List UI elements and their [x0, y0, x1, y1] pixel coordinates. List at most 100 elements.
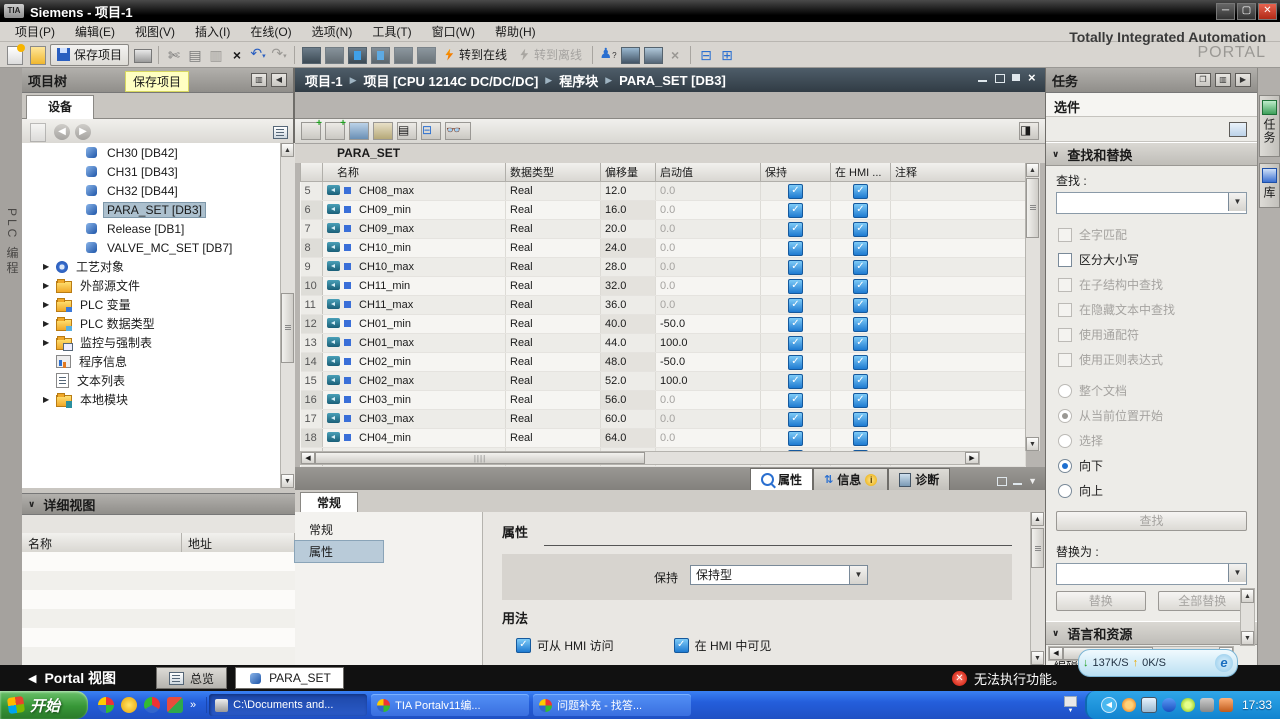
visible-in-hmi-checkbox[interactable]	[853, 411, 868, 427]
visible-in-hmi-checkbox[interactable]	[853, 240, 868, 256]
quick-launch-icon-4[interactable]	[167, 697, 183, 713]
scroll-down-icon[interactable]: ▼	[281, 474, 294, 488]
detail-col-address[interactable]: 地址	[182, 533, 295, 552]
new-window-icon[interactable]	[1229, 122, 1247, 137]
dropdown-arrow-icon[interactable]: ▼	[1228, 564, 1246, 582]
quick-launch-more-icon[interactable]: »	[190, 699, 196, 711]
visible-in-hmi-checkbox[interactable]	[853, 373, 868, 389]
find-scope-radio[interactable]: 选择	[1046, 428, 1257, 453]
find-option-checkbox[interactable]: 全字匹配	[1046, 222, 1257, 247]
tree-item[interactable]: ▶ 外部源文件	[22, 276, 295, 295]
split-editor-icon[interactable]: ◨	[1019, 122, 1039, 140]
side-tab-library[interactable]: 库	[1259, 163, 1280, 208]
collapse-all-members-icon[interactable]: ⊟	[421, 122, 441, 140]
retain-checkbox[interactable]	[788, 259, 803, 275]
languages-scrollbar[interactable]: ▲ ▼	[1240, 588, 1255, 646]
tree-scrollbar[interactable]: ▲ ▼	[280, 143, 295, 488]
quick-launch-icon-1[interactable]	[98, 697, 114, 713]
cross-references-icon[interactable]: ×	[666, 45, 684, 65]
minimize-window-button[interactable]: ─	[1216, 3, 1235, 20]
portal-view-button[interactable]: ◀ Portal 视图	[28, 668, 116, 688]
start-simulation-icon[interactable]	[644, 46, 664, 64]
antivirus-tray-icon[interactable]	[1180, 698, 1195, 712]
comment-cell[interactable]	[890, 257, 1026, 277]
collapse-inspector-icon[interactable]	[1012, 476, 1023, 486]
cut-icon[interactable]: ✄	[165, 45, 183, 65]
collapse-chevron-icon[interactable]: ∨	[28, 499, 35, 510]
reset-start-values-icon[interactable]	[349, 122, 369, 140]
overview-tab[interactable]: 总览	[156, 667, 228, 689]
table-row[interactable]: 15 CH02_max Real 52.0 100.0	[300, 371, 1026, 391]
expand-arrow-icon[interactable]: ▶	[43, 338, 51, 347]
quick-launch-icon-2[interactable]	[121, 697, 137, 713]
split-vertical-icon[interactable]: ⊞	[718, 45, 736, 65]
tray-collapse-icon[interactable]: ◀	[1100, 697, 1117, 713]
close-editor-icon[interactable]: ×	[1028, 71, 1039, 84]
float-editor-icon[interactable]	[994, 73, 1005, 83]
scroll-left-icon[interactable]: ◀	[301, 452, 315, 464]
table-row[interactable]: 16 CH03_min Real 56.0 0.0	[300, 390, 1026, 410]
compile-icon[interactable]	[325, 46, 345, 64]
tree-item[interactable]: ▶ PARA_SET [DB3]	[22, 200, 295, 219]
table-row[interactable]: 6 CH09_min Real 16.0 0.0	[300, 200, 1026, 220]
retain-checkbox[interactable]	[788, 430, 803, 446]
find-replace-header[interactable]: ∨ 查找和替换	[1046, 142, 1257, 166]
scroll-thumb[interactable]	[1031, 528, 1044, 568]
tab-general[interactable]: 常规	[300, 492, 358, 513]
find-option-checkbox[interactable]: 使用正则表达式	[1046, 347, 1257, 372]
paste-icon[interactable]: ▥	[207, 45, 225, 65]
comment-cell[interactable]	[890, 333, 1026, 353]
col-datatype[interactable]: 数据类型	[505, 163, 601, 182]
diagnostics-icon[interactable]: ♟?	[599, 43, 617, 66]
maximize-editor-icon[interactable]	[1011, 73, 1022, 83]
minimize-editor-icon[interactable]	[977, 73, 988, 83]
tab-diagnostics[interactable]: 诊断	[888, 468, 951, 490]
comment-cell[interactable]	[890, 409, 1026, 429]
tab-info[interactable]: ⇅ 信息 i	[813, 468, 889, 490]
table-scrollbar-horizontal[interactable]: ◀ |||| ▶	[300, 451, 980, 465]
insert-row-icon[interactable]	[301, 118, 322, 140]
input-indicator-icon[interactable]: ▼	[1063, 696, 1077, 714]
expand-all-members-icon[interactable]: ▤	[397, 122, 417, 140]
table-row[interactable]: 11 CH11_max Real 36.0 0.0	[300, 295, 1026, 315]
display-tray-icon[interactable]	[1199, 698, 1214, 712]
visible-in-hmi-checkbox[interactable]	[853, 202, 868, 218]
replace-button[interactable]: 替换	[1056, 591, 1146, 611]
snapshot-icon[interactable]	[373, 122, 393, 140]
scroll-down-icon[interactable]: ▼	[1031, 651, 1044, 665]
go-online-button[interactable]: 转到在线	[439, 46, 511, 63]
tree-item[interactable]: ▶ 本地模块	[22, 390, 295, 409]
expand-inspector-icon[interactable]: ▼	[1028, 476, 1037, 486]
tab-devices[interactable]: 设备	[26, 95, 94, 119]
print-icon[interactable]	[134, 48, 153, 63]
menu-item[interactable]: 帮助(H)	[486, 21, 545, 42]
visible-in-hmi-checkbox[interactable]	[853, 278, 868, 294]
retain-checkbox[interactable]	[788, 297, 803, 313]
retain-checkbox[interactable]	[788, 373, 803, 389]
collapse-chevron-icon[interactable]: ∨	[1052, 149, 1059, 160]
collapse-panel-icon[interactable]: ◀	[271, 73, 287, 87]
retain-checkbox[interactable]	[788, 183, 803, 199]
comment-cell[interactable]	[890, 238, 1026, 258]
col-comment[interactable]: 注释	[890, 163, 1026, 182]
expand-arrow-icon[interactable]: ▶	[43, 262, 51, 271]
dropdown-arrow-icon[interactable]: ▼	[1228, 193, 1246, 211]
table-row[interactable]: 5 CH08_max Real 12.0 0.0	[300, 181, 1026, 201]
comment-cell[interactable]	[890, 428, 1026, 448]
scroll-down-icon[interactable]: ▼	[1026, 437, 1039, 451]
back-icon[interactable]: ◀	[54, 124, 70, 140]
scroll-right-icon[interactable]: ▶	[965, 452, 979, 464]
properties-nav-item[interactable]: 属性	[294, 540, 384, 563]
menu-item[interactable]: 选项(N)	[303, 21, 362, 42]
menu-item[interactable]: 视图(V)	[126, 21, 184, 42]
table-row[interactable]: 9 CH10_max Real 28.0 0.0	[300, 257, 1026, 277]
properties-nav-item[interactable]: 常规	[295, 519, 383, 540]
properties-scrollbar[interactable]: ▲ ▼	[1030, 512, 1045, 665]
new-project-icon[interactable]	[7, 43, 25, 65]
find-option-checkbox[interactable]: 在隐藏文本中查找	[1046, 297, 1257, 322]
tree-item[interactable]: ▶ 工艺对象	[22, 257, 295, 276]
find-option-checkbox[interactable]: 区分大小写	[1046, 247, 1257, 272]
visible-in-hmi-checkbox[interactable]	[853, 392, 868, 408]
expand-arrow-icon[interactable]: ▶	[43, 281, 51, 290]
col-name[interactable]: 名称	[322, 163, 506, 182]
